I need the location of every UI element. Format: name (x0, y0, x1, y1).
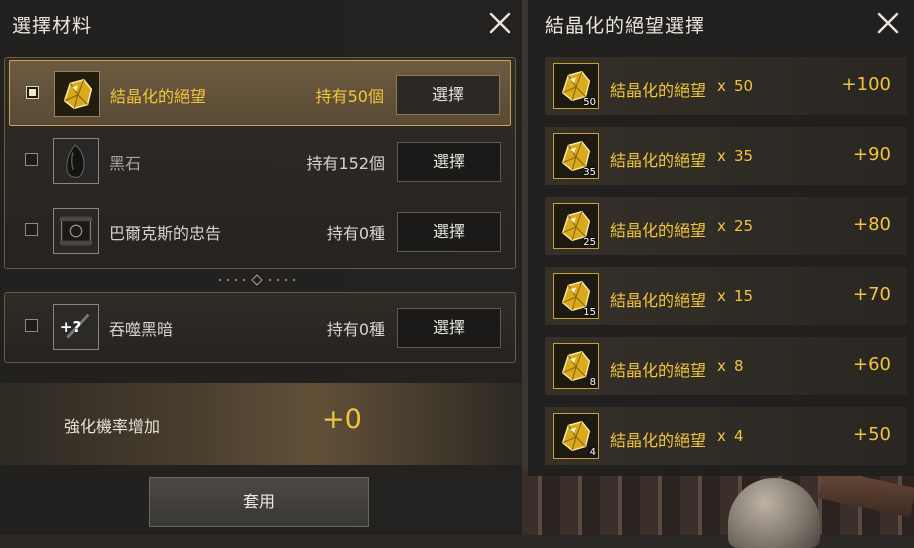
stack-count: 35 (583, 167, 596, 178)
crystal-despair-icon: 35 (553, 133, 599, 179)
crystal-option-row[interactable]: 35 結晶化的絕望 x 35 +90 (545, 127, 907, 185)
material-row-black-stone[interactable]: 黑石 持有152個 選擇 (5, 128, 515, 194)
option-bonus: +60 (853, 354, 891, 375)
stack-count: 15 (583, 307, 596, 318)
enhance-rate-label: 強化機率增加 (64, 417, 161, 436)
divider-ornament (212, 272, 302, 286)
option-label: 結晶化的絕望 (610, 81, 707, 100)
stack-count: 4 (589, 447, 596, 458)
special-material-list: +? 吞噬黑暗 持有0種 選擇 (4, 292, 516, 363)
checkbox[interactable] (25, 153, 38, 166)
option-quantity: 4 (734, 427, 744, 445)
checkbox[interactable] (26, 86, 39, 99)
crystal-option-row[interactable]: 15 結晶化的絕望 x 15 +70 (545, 267, 907, 325)
option-label: 結晶化的絕望 (610, 151, 707, 170)
black-stone-icon (53, 138, 99, 184)
svg-text:+?: +? (60, 318, 82, 336)
option-label: 結晶化的絕望 (610, 361, 707, 380)
material-row-valks-advice[interactable]: 巴爾克斯的忠告 持有0種 選擇 (5, 198, 515, 264)
multiply-sign: x (717, 147, 726, 165)
material-name: 結晶化的絕望 (110, 87, 207, 106)
select-button[interactable]: 選擇 (397, 308, 501, 348)
material-owned-count: 持有0種 (326, 320, 385, 339)
option-quantity: 35 (734, 147, 754, 165)
select-button[interactable]: 選擇 (396, 75, 500, 115)
option-bonus: +70 (853, 284, 891, 305)
multiply-sign: x (717, 427, 726, 445)
option-bonus: +50 (853, 424, 891, 445)
option-quantity: 15 (734, 287, 754, 305)
select-button[interactable]: 選擇 (397, 212, 501, 252)
crystal-quantity-panel: 結晶化的絕望選擇 50 結晶化的絕望 x 50 +100 35 結晶化的絕望 x 35 +90 25… (528, 0, 914, 476)
option-bonus: +100 (841, 74, 891, 95)
option-bonus: +80 (853, 214, 891, 235)
option-label: 結晶化的絕望 (610, 221, 707, 240)
multiply-sign: x (717, 357, 726, 375)
material-owned-count: 持有152個 (306, 154, 385, 173)
close-icon[interactable] (486, 9, 514, 37)
checkbox[interactable] (25, 319, 38, 332)
multiply-sign: x (717, 287, 726, 305)
material-owned-count: 持有50個 (315, 87, 384, 106)
stack-count: 25 (583, 237, 596, 248)
material-list: 結晶化的絕望 持有50個 選擇 黑石 持有152個 選擇 巴爾克斯的忠告 持有0… (4, 57, 516, 269)
material-owned-count: 持有0種 (326, 224, 385, 243)
option-label: 結晶化的絕望 (610, 431, 707, 450)
crystal-option-row[interactable]: 8 結晶化的絕望 x 8 +60 (545, 337, 907, 395)
material-name: 巴爾克斯的忠告 (109, 224, 222, 243)
option-quantity: 50 (734, 77, 754, 95)
material-name: 吞噬黑暗 (109, 320, 174, 339)
material-select-panel: 選擇材料 結晶化的絕望 持有50個 選擇 黑石 持有152個 選擇 巴爾克斯的忠… (0, 0, 522, 535)
panel-header: 選擇材料 (0, 0, 522, 46)
option-bonus: +90 (853, 144, 891, 165)
crystal-despair-icon: 4 (553, 413, 599, 459)
option-quantity: 25 (734, 217, 754, 235)
crystal-option-row[interactable]: 50 結晶化的絕望 x 50 +100 (545, 57, 907, 115)
crystal-option-row[interactable]: 4 結晶化的絕望 x 4 +50 (545, 407, 907, 465)
enhance-rate-area: 強化機率增加 +0 (0, 383, 522, 465)
crystal-option-row[interactable]: 25 結晶化的絕望 x 25 +80 (545, 197, 907, 255)
crystal-despair-icon: 25 (553, 203, 599, 249)
material-name: 黑石 (109, 154, 142, 173)
apply-button[interactable]: 套用 (149, 477, 369, 527)
stack-count: 50 (583, 97, 596, 108)
crystal-despair-icon: 50 (553, 63, 599, 109)
crystal-despair-icon (54, 71, 100, 117)
material-row-devour-darkness[interactable]: +? 吞噬黑暗 持有0種 選擇 (5, 294, 515, 360)
crystal-despair-icon: 15 (553, 273, 599, 319)
select-button[interactable]: 選擇 (397, 142, 501, 182)
crystal-despair-icon: 8 (553, 343, 599, 389)
option-label: 結晶化的絕望 (610, 291, 707, 310)
enhance-rate-value: +0 (322, 404, 362, 435)
scroll-icon (53, 208, 99, 254)
multiply-sign: x (717, 77, 726, 95)
checkbox[interactable] (25, 223, 38, 236)
stack-count: 8 (589, 377, 596, 388)
panel-title: 選擇材料 (12, 15, 93, 37)
panel-title: 結晶化的絕望選擇 (545, 15, 706, 37)
multiply-sign: x (717, 217, 726, 235)
option-quantity: 8 (734, 357, 744, 375)
close-icon[interactable] (874, 9, 902, 37)
material-row-crystal-despair[interactable]: 結晶化的絕望 持有50個 選擇 (9, 60, 511, 126)
dark-devour-icon: +? (53, 304, 99, 350)
